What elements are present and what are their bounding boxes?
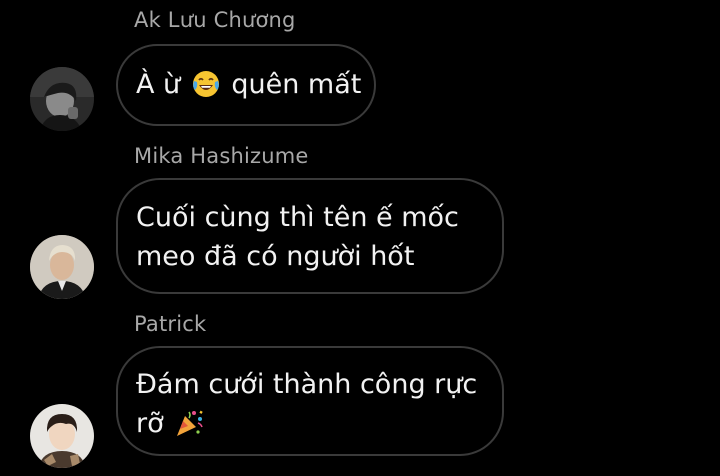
message-bubble[interactable]: Cuối cùng thì tên ế mốc meo đã có người … — [116, 178, 504, 294]
message-text-line: Đám cưới thành công rực — [136, 369, 478, 400]
laughing-tears-icon — [191, 69, 221, 110]
message-text: rỡ — [136, 408, 164, 439]
sender-name[interactable]: Mika Hashizume — [134, 144, 309, 168]
message-text-line: Cuối cùng thì tên ế mốc — [136, 202, 459, 233]
message-text-line: meo đã có người hốt — [136, 241, 415, 272]
message-text-line: À ừ quên mất — [136, 65, 361, 110]
avatar[interactable] — [30, 67, 94, 131]
message-text: quên mất — [231, 69, 362, 100]
sender-name[interactable]: Patrick — [134, 312, 206, 336]
sender-name[interactable]: Ak Lưu Chương — [134, 8, 296, 32]
avatar[interactable] — [30, 235, 94, 299]
message-text-line: rỡ — [136, 404, 484, 449]
message-text: À ừ — [136, 69, 181, 100]
party-popper-icon — [174, 408, 204, 449]
message-bubble[interactable]: À ừ quên mất — [116, 44, 376, 126]
message-bubble[interactable]: Đám cưới thành công rực rỡ — [116, 346, 504, 456]
avatar[interactable] — [30, 404, 94, 468]
